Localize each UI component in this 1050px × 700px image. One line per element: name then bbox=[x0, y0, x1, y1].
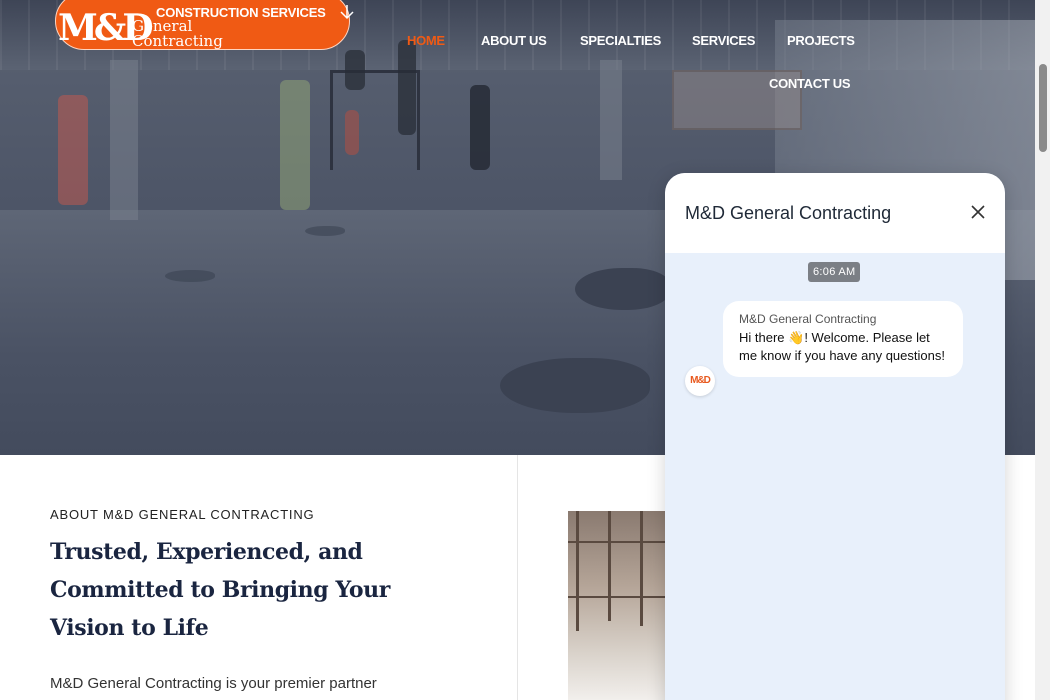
photo-rebar bbox=[568, 541, 668, 543]
nav-services[interactable]: SERVICES bbox=[692, 33, 755, 48]
about-heading: Trusted, Experienced, and Committed to B… bbox=[50, 539, 390, 641]
chat-widget: M&D General Contracting 6:06 AM M&D Gene… bbox=[665, 173, 1005, 700]
logo-line-2: Contracting bbox=[132, 32, 223, 50]
nav-home[interactable]: HOME bbox=[407, 33, 445, 48]
hero-debris bbox=[575, 268, 670, 310]
about-paragraph: M&D General Contracting is your premier … bbox=[50, 675, 377, 692]
arrow-down-icon bbox=[338, 3, 356, 26]
logo-text: General Contracting bbox=[132, 19, 223, 49]
hero-debris bbox=[305, 226, 345, 236]
chat-timestamp: 6:06 AM bbox=[808, 262, 861, 282]
photo-rebar bbox=[640, 511, 643, 626]
nav-contact-us[interactable]: CONTACT US bbox=[769, 76, 851, 91]
nav-projects[interactable]: PROJECTS bbox=[787, 33, 855, 48]
hero-worker bbox=[345, 110, 359, 155]
hero-worker bbox=[398, 40, 416, 135]
scrollbar-thumb[interactable] bbox=[1039, 64, 1047, 152]
nav-about-us[interactable]: ABOUT US bbox=[481, 33, 547, 48]
nav-specialties[interactable]: SPECIALTIES bbox=[580, 33, 661, 48]
chat-header: M&D General Contracting bbox=[665, 173, 1005, 253]
section-divider bbox=[517, 455, 518, 700]
chat-sender: M&D General Contracting bbox=[739, 312, 877, 326]
photo-rebar bbox=[568, 596, 668, 598]
hero-worker bbox=[280, 80, 310, 210]
about-photo bbox=[568, 511, 668, 700]
chat-message-bubble: M&D General Contracting Hi there 👋! Welc… bbox=[723, 301, 963, 377]
about-eyebrow: ABOUT M&D GENERAL CONTRACTING bbox=[50, 507, 315, 522]
chat-avatar: M&D bbox=[685, 366, 715, 396]
hero-worker bbox=[345, 50, 365, 90]
hero-worker bbox=[470, 85, 490, 170]
hero-pillar bbox=[110, 60, 138, 220]
chat-title: M&D General Contracting bbox=[685, 203, 892, 223]
hero-debris bbox=[500, 358, 650, 413]
hero-pillar bbox=[600, 60, 622, 180]
photo-rebar bbox=[576, 511, 579, 631]
hero-worker bbox=[58, 95, 88, 205]
photo-rebar bbox=[608, 511, 611, 621]
close-icon[interactable] bbox=[967, 201, 989, 223]
hero-debris bbox=[165, 270, 215, 282]
chat-message: Hi there 👋! Welcome. Please let me know … bbox=[739, 330, 945, 363]
